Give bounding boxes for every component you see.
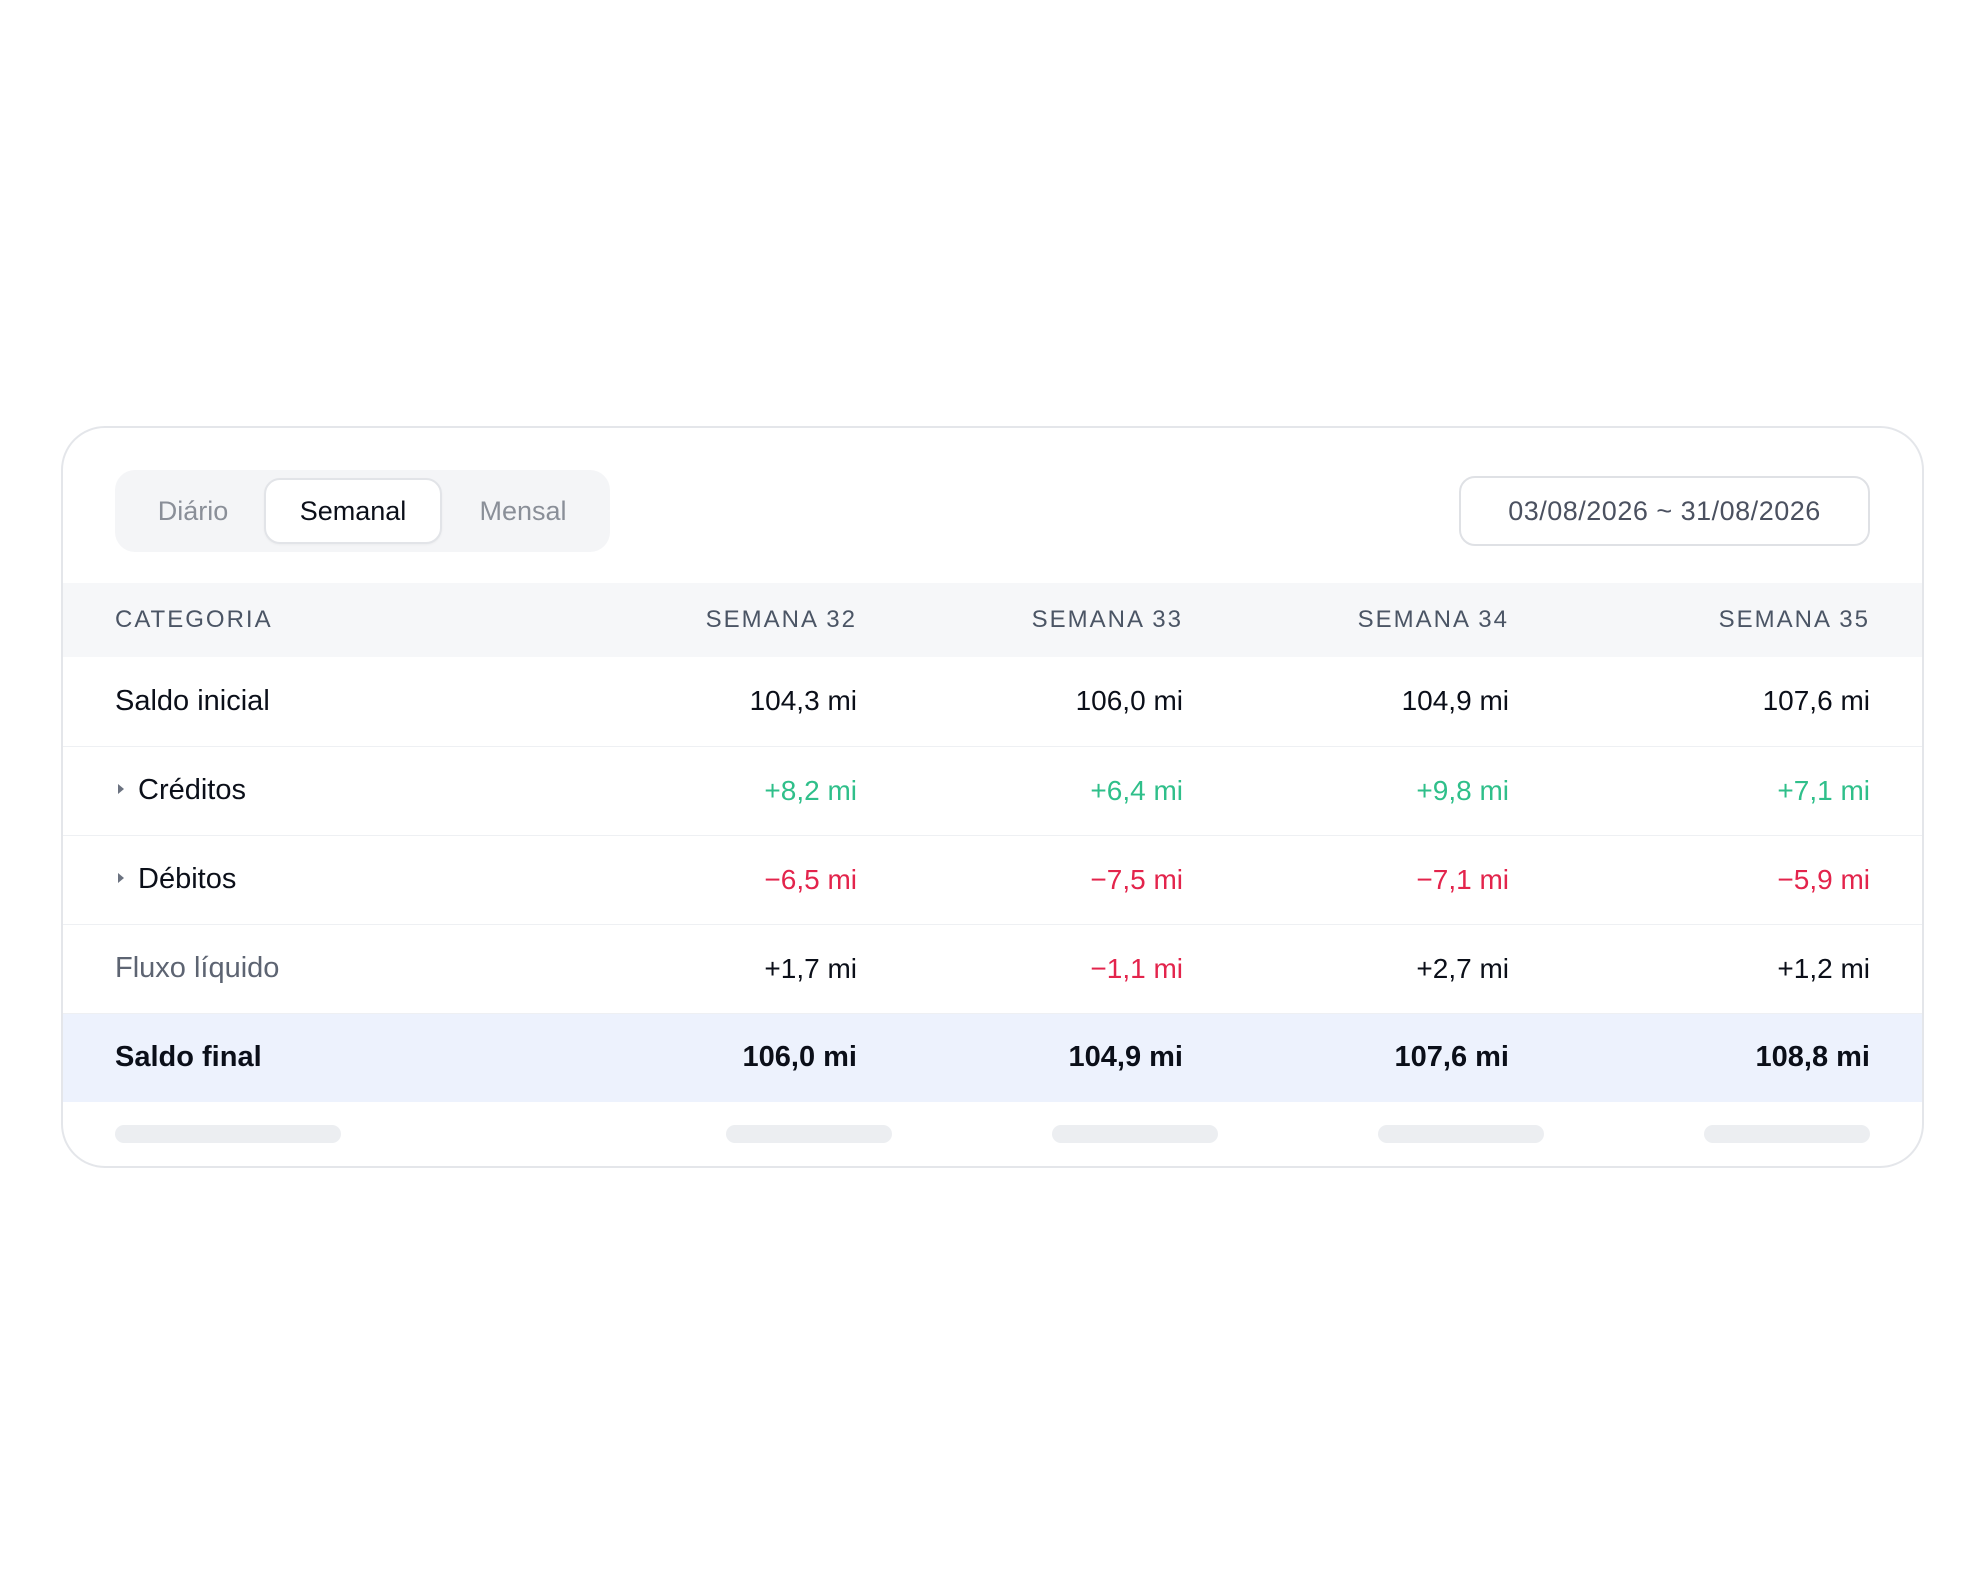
column-header-semana-33: SEMANA 33 [1031, 606, 1183, 633]
table-cell: +9,8 mi [1416, 774, 1509, 806]
row-label: Saldo final [115, 1041, 262, 1074]
period-option-mensal[interactable]: Mensal [443, 478, 603, 544]
column-header-categoria: CATEGORIA [115, 606, 273, 633]
table-row-creditos[interactable]: Créditos +8,2 mi +6,4 mi +9,8 mi +7,1 mi [63, 746, 1922, 835]
row-label-cell: Créditos [63, 746, 508, 835]
table-row-saldo-final: Saldo final 106,0 mi 104,9 mi 107,6 mi 1… [63, 1013, 1922, 1102]
table-cell: +2,7 mi [1416, 952, 1509, 984]
column-header-semana-34: SEMANA 34 [1357, 606, 1509, 633]
table-cell: 104,9 mi [1401, 685, 1509, 717]
loading-placeholder [115, 1125, 341, 1143]
period-option-diario[interactable]: Diário [123, 478, 263, 544]
table-cell: 104,3 mi [749, 685, 857, 717]
table-cell: −7,5 mi [1090, 863, 1183, 895]
row-label: Saldo inicial [115, 684, 270, 717]
expand-caret-icon[interactable] [118, 784, 124, 795]
table-row-fluxo-liquido: Fluxo líquido +1,7 mi −1,1 mi +2,7 mi +1… [63, 924, 1922, 1013]
loading-placeholder [1378, 1125, 1544, 1143]
cash-flow-table: CATEGORIA SEMANA 32 SEMANA 33 SEMANA 34 … [63, 583, 1922, 1102]
row-label: Fluxo líquido [115, 952, 280, 984]
table-header-row: CATEGORIA SEMANA 32 SEMANA 33 SEMANA 34 … [63, 583, 1922, 657]
cash-flow-card: Diário Semanal Mensal 03/08/2026 ~ 31/08… [61, 426, 1924, 1168]
table-cell: 104,9 mi [1068, 1041, 1183, 1074]
table-cell: −6,5 mi [764, 863, 857, 895]
table-row-saldo-inicial: Saldo inicial 104,3 mi 106,0 mi 104,9 mi… [63, 657, 1922, 746]
expand-caret-icon[interactable] [118, 873, 124, 884]
table-cell: 108,8 mi [1755, 1041, 1870, 1074]
loading-placeholder [726, 1125, 892, 1143]
toolbar: Diário Semanal Mensal 03/08/2026 ~ 31/08… [63, 428, 1922, 583]
table-cell: −1,1 mi [1090, 952, 1183, 984]
table-cell: 106,0 mi [742, 1041, 857, 1074]
table-cell: +8,2 mi [764, 774, 857, 806]
column-header-semana-35: SEMANA 35 [1718, 606, 1870, 633]
row-label: Créditos [138, 774, 246, 806]
table-cell: 106,0 mi [1075, 685, 1183, 717]
table-cell: −7,1 mi [1416, 863, 1509, 895]
table-cell: +1,7 mi [764, 952, 857, 984]
period-option-semanal[interactable]: Semanal [264, 478, 442, 544]
table-cell: 107,6 mi [1394, 1041, 1509, 1074]
column-header-semana-32: SEMANA 32 [705, 606, 857, 633]
loading-placeholder [1052, 1125, 1218, 1143]
table-cell: +1,2 mi [1777, 952, 1870, 984]
row-label-cell: Débitos [63, 835, 508, 924]
table-cell: +6,4 mi [1090, 774, 1183, 806]
period-toggle: Diário Semanal Mensal [115, 470, 610, 552]
date-range-picker[interactable]: 03/08/2026 ~ 31/08/2026 [1459, 476, 1870, 546]
row-label: Débitos [138, 863, 237, 895]
table-row-debitos[interactable]: Débitos −6,5 mi −7,5 mi −7,1 mi −5,9 mi [63, 835, 1922, 924]
table-cell: −5,9 mi [1777, 863, 1870, 895]
loading-placeholder [1704, 1125, 1870, 1143]
table-cell: +7,1 mi [1777, 774, 1870, 806]
table-cell: 107,6 mi [1762, 685, 1870, 717]
